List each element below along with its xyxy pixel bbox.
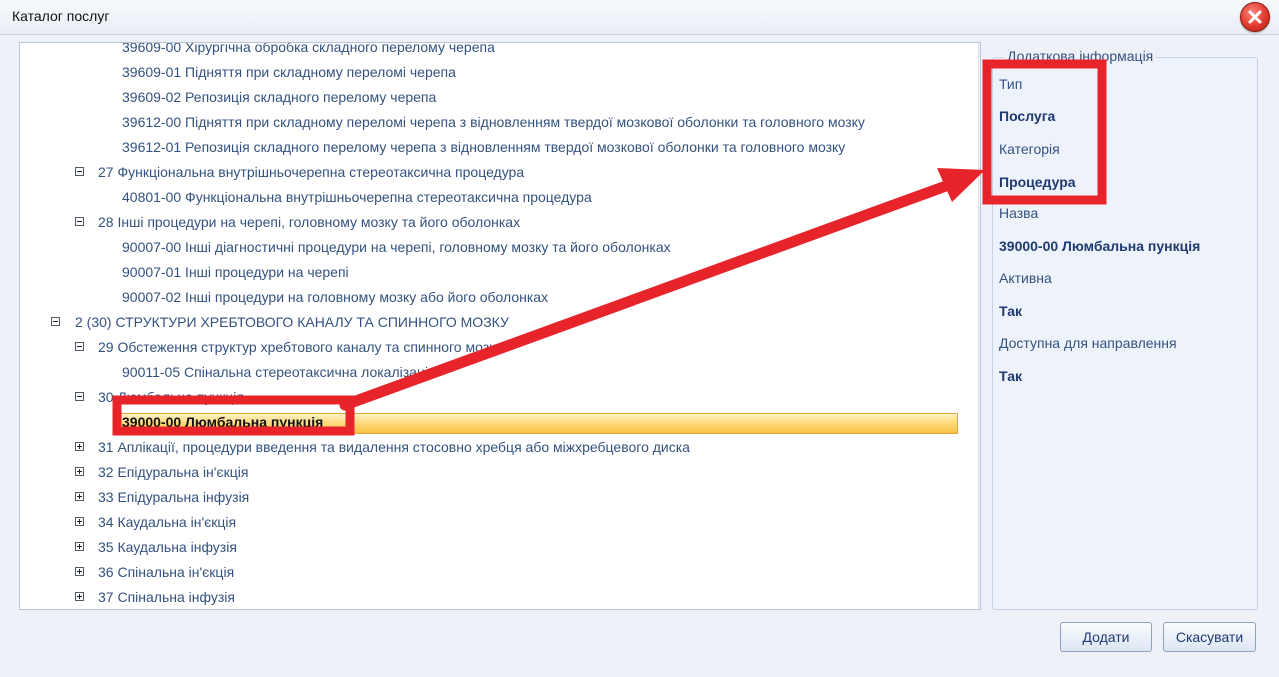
expand-icon[interactable] (75, 442, 84, 451)
type-value: Послуга (999, 108, 1056, 124)
expand-icon[interactable] (75, 542, 84, 551)
tree-node-label: 36 Спінальна ін'єкція (98, 564, 235, 580)
title-bar: Каталог послуг (0, 0, 1279, 35)
info-panel (992, 57, 1258, 610)
close-icon (1248, 10, 1262, 24)
tree-node[interactable]: 90007-02 Інші процедури на головному моз… (20, 285, 960, 310)
expand-icon[interactable] (75, 517, 84, 526)
tree-node-label: 32 Епідуральна ін'єкція (98, 464, 249, 480)
tree-node[interactable]: 2 (30) СТРУКТУРИ ХРЕБТОВОГО КАНАЛУ ТА СП… (20, 310, 960, 335)
tree-node-label: 37 Спінальна інфузія (98, 589, 235, 605)
tree-node-label: 39609-00 Хірургічна обробка складного пе… (122, 42, 495, 55)
tree-node[interactable]: 28 Інші процедури на черепі, головному м… (20, 210, 960, 235)
close-button[interactable] (1240, 2, 1270, 32)
tree-node[interactable]: 32 Епідуральна ін'єкція (20, 460, 960, 485)
tree-node-selected[interactable]: 39000-00 Люмбальна пункція (20, 410, 960, 435)
tree-node[interactable]: 30 Люмбальна пункція (20, 385, 960, 410)
tree-node[interactable]: 39609-01 Підняття при складному переломі… (20, 60, 960, 85)
tree-node[interactable]: 39612-01 Репозиція складного перелому че… (20, 135, 960, 160)
name-value: 39000-00 Люмбальна пункція (999, 238, 1201, 254)
tree-list: 39609-00 Хірургічна обробка складного пе… (20, 42, 960, 609)
collapse-icon[interactable] (75, 217, 84, 226)
expand-icon[interactable] (75, 467, 84, 476)
collapse-icon[interactable] (75, 167, 84, 176)
tree-node-label: 31 Аплікації, процедури введення та вида… (98, 439, 690, 455)
window-title: Каталог послуг (12, 8, 110, 24)
cancel-button[interactable]: Скасувати (1163, 622, 1256, 652)
tree-node-label: 90007-01 Інші процедури на черепі (122, 264, 349, 280)
tree-node-label: 90011-05 Спінальна стереотаксична локалі… (122, 364, 436, 380)
tree-node-label: 39000-00 Люмбальна пункція (122, 414, 324, 430)
tree-node-label: 2 (30) СТРУКТУРИ ХРЕБТОВОГО КАНАЛУ ТА СП… (75, 314, 509, 330)
tree-node[interactable]: 31 Аплікації, процедури введення та вида… (20, 435, 960, 460)
active-value: Так (999, 303, 1022, 319)
tree-node-label: 28 Інші процедури на черепі, головному м… (98, 214, 521, 230)
tree-node-label: 40801-00 Функціональна внутрішньочерепна… (122, 189, 592, 205)
expand-icon[interactable] (75, 592, 84, 601)
category-label: Категорія (999, 141, 1060, 157)
tree-node-label: 30 Люмбальна пункція (98, 389, 244, 405)
tree-node[interactable]: 36 Спінальна ін'єкція (20, 560, 960, 585)
tree-node-label: 39612-00 Підняття при складному переломі… (122, 114, 865, 130)
tree-node-label: 29 Обстеження структур хребтового каналу… (98, 339, 503, 355)
tree-node-label: 90007-02 Інші процедури на головному моз… (122, 289, 549, 305)
tree-node[interactable]: 33 Епідуральна інфузія (20, 485, 960, 510)
tree-node[interactable]: 90007-01 Інші процедури на черепі (20, 260, 960, 285)
scroll-thumb[interactable] (980, 184, 981, 202)
service-tree[interactable]: 39609-00 Хірургічна обробка складного пе… (19, 42, 981, 610)
tree-node[interactable]: 39609-02 Репозиція складного перелому че… (20, 85, 960, 110)
name-label: Назва (999, 205, 1039, 221)
tree-node-label: 34 Каудальна ін'єкція (98, 514, 237, 530)
tree-node[interactable]: 39612-00 Підняття при складному переломі… (20, 110, 960, 135)
tree-scrollbar[interactable] (978, 43, 981, 609)
tree-node-label: 39609-01 Підняття при складному переломі… (122, 64, 456, 80)
collapse-icon[interactable] (75, 392, 84, 401)
tree-node[interactable]: 35 Каудальна інфузія (20, 535, 960, 560)
tree-node[interactable]: 37 Спінальна інфузія (20, 585, 960, 609)
tree-node[interactable]: 90011-05 Спінальна стереотаксична локалі… (20, 360, 960, 385)
tree-node[interactable]: 90007-00 Інші діагностичні процедури на … (20, 235, 960, 260)
tree-node-label: 33 Епідуральна інфузія (98, 489, 250, 505)
collapse-icon[interactable] (51, 317, 60, 326)
expand-icon[interactable] (75, 492, 84, 501)
active-label: Активна (999, 270, 1052, 286)
tree-node[interactable]: 39609-00 Хірургічна обробка складного пе… (20, 42, 960, 60)
referral-value: Так (999, 368, 1022, 384)
type-label: Тип (999, 76, 1023, 92)
tree-node-label: 39612-01 Репозиція складного перелому че… (122, 139, 846, 155)
category-value: Процедура (999, 174, 1076, 190)
info-legend: Додаткова інформація (1004, 48, 1157, 64)
tree-node-label: 27 Функціональна внутрішньочерепна стере… (98, 164, 525, 180)
tree-node[interactable]: 34 Каудальна ін'єкція (20, 510, 960, 535)
tree-node[interactable]: 40801-00 Функціональна внутрішньочерепна… (20, 185, 960, 210)
tree-node[interactable]: 29 Обстеження структур хребтового каналу… (20, 335, 960, 360)
collapse-icon[interactable] (75, 342, 84, 351)
referral-label: Доступна для направлення (999, 335, 1177, 351)
tree-node-label: 35 Каудальна інфузія (98, 539, 237, 555)
expand-icon[interactable] (75, 567, 84, 576)
tree-node-label: 39609-02 Репозиція складного перелому че… (122, 89, 437, 105)
add-button[interactable]: Додати (1060, 622, 1152, 652)
tree-node-label: 90007-00 Інші діагностичні процедури на … (122, 239, 671, 255)
tree-node[interactable]: 27 Функціональна внутрішньочерепна стере… (20, 160, 960, 185)
